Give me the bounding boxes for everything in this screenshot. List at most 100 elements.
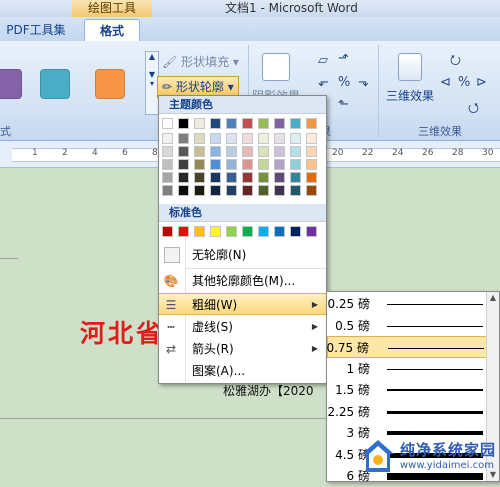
three-d-cube-icon[interactable] (398, 53, 422, 81)
theme-color-swatch[interactable] (162, 185, 173, 196)
theme-color-swatch[interactable] (274, 172, 285, 183)
theme-color-swatch[interactable] (242, 133, 253, 144)
theme-color-swatch[interactable] (242, 185, 253, 196)
dash-style-item[interactable]: ┅ 虚线(S) ▶ (159, 316, 326, 338)
theme-color-swatch[interactable] (226, 118, 237, 129)
tab-pdf-tools[interactable]: PDF工具集 (0, 19, 72, 41)
theme-color-swatch[interactable] (226, 146, 237, 157)
nudge-down-icon[interactable]: ⬑ (338, 97, 349, 112)
line-weight-option[interactable]: 0.75 磅 (326, 336, 492, 358)
shape-style-teal[interactable] (40, 69, 70, 99)
standard-color-swatch[interactable] (242, 226, 253, 237)
theme-color-swatch[interactable] (306, 172, 317, 183)
theme-color-swatch[interactable] (162, 133, 173, 144)
theme-color-swatch[interactable] (162, 159, 173, 170)
theme-color-swatch[interactable] (178, 146, 189, 157)
line-weight-option[interactable]: 1.5 磅 (327, 379, 492, 401)
theme-color-swatch[interactable] (306, 185, 317, 196)
nudge-right-icon[interactable]: ⬎ (358, 75, 369, 90)
standard-color-swatch[interactable] (210, 226, 221, 237)
theme-color-swatch[interactable] (178, 185, 189, 196)
theme-color-swatch[interactable] (210, 146, 221, 157)
theme-color-swatch[interactable] (210, 159, 221, 170)
shadow-effect-icon[interactable] (262, 53, 290, 81)
standard-color-swatch[interactable] (258, 226, 269, 237)
line-weight-option[interactable]: 0.5 磅 (327, 315, 492, 337)
theme-color-swatch[interactable] (274, 146, 285, 157)
three-d-effect-button[interactable]: 三维效果 (386, 87, 434, 104)
theme-color-swatch[interactable] (194, 146, 205, 157)
standard-color-swatch[interactable] (162, 226, 173, 237)
context-tab-drawing-tools[interactable]: 绘图工具 (72, 0, 152, 17)
theme-color-swatch[interactable] (194, 118, 205, 129)
theme-color-swatch[interactable] (226, 172, 237, 183)
nudge-shadow-up-icon[interactable]: ▱ (318, 53, 328, 68)
theme-color-swatch[interactable] (242, 172, 253, 183)
standard-color-swatch[interactable] (306, 226, 317, 237)
theme-color-swatch[interactable] (194, 133, 205, 144)
theme-color-swatch[interactable] (178, 133, 189, 144)
shape-style-purple[interactable] (0, 69, 22, 99)
standard-color-swatch[interactable] (290, 226, 301, 237)
theme-color-swatch[interactable] (290, 185, 301, 196)
theme-color-swatch[interactable] (210, 133, 221, 144)
theme-color-swatch[interactable] (210, 172, 221, 183)
theme-color-swatch[interactable] (178, 159, 189, 170)
scroll-up-icon[interactable]: ▲ (487, 292, 499, 304)
theme-color-swatch[interactable] (178, 172, 189, 183)
nudge-left-icon[interactable]: ⬐ (318, 75, 329, 90)
theme-color-swatch[interactable] (194, 172, 205, 183)
theme-color-swatch[interactable] (194, 185, 205, 196)
theme-color-swatch[interactable] (258, 118, 269, 129)
standard-color-swatch[interactable] (194, 226, 205, 237)
line-weight-option[interactable]: 2.25 磅 (327, 401, 492, 423)
theme-color-swatch[interactable] (242, 159, 253, 170)
theme-color-swatch[interactable] (242, 118, 253, 129)
theme-color-swatch[interactable] (242, 146, 253, 157)
line-weight-option[interactable]: 0.25 磅 (327, 293, 492, 315)
theme-color-swatch[interactable] (258, 185, 269, 196)
standard-color-swatch[interactable] (226, 226, 237, 237)
theme-color-swatch[interactable] (258, 146, 269, 157)
shape-style-orange[interactable] (95, 69, 125, 99)
theme-color-swatch[interactable] (306, 159, 317, 170)
theme-color-swatch[interactable] (290, 159, 301, 170)
tilt-up-icon[interactable]: ⭮ (450, 51, 461, 73)
theme-color-swatch[interactable] (162, 146, 173, 157)
tab-format[interactable]: 格式 (84, 19, 140, 42)
arrows-item[interactable]: ⇄ 箭头(R) ▶ (159, 338, 326, 360)
toggle-3d-icon[interactable]: % (458, 75, 470, 90)
theme-color-swatch[interactable] (290, 172, 301, 183)
theme-color-swatch[interactable] (258, 133, 269, 144)
standard-color-swatch[interactable] (178, 226, 189, 237)
theme-color-swatch[interactable] (306, 118, 317, 129)
theme-color-swatch[interactable] (258, 172, 269, 183)
theme-color-swatch[interactable] (162, 118, 173, 129)
theme-color-swatch[interactable] (290, 133, 301, 144)
theme-color-swatch[interactable] (210, 118, 221, 129)
tilt-left-icon[interactable]: ⊲ (440, 75, 451, 90)
pattern-item[interactable]: 图案(A)... (159, 360, 326, 382)
no-outline-item[interactable]: 无轮廓(N) (159, 244, 326, 266)
theme-color-swatch[interactable] (274, 159, 285, 170)
theme-color-swatch[interactable] (194, 159, 205, 170)
theme-color-swatch[interactable] (290, 118, 301, 129)
theme-color-swatch[interactable] (274, 118, 285, 129)
shape-fill-button[interactable]: 🖌 形状填充 ▾ (162, 53, 239, 70)
theme-color-swatch[interactable] (258, 159, 269, 170)
theme-color-swatch[interactable] (274, 185, 285, 196)
line-weight-item[interactable]: ☰ 粗细(W) ▶ (159, 293, 326, 315)
standard-color-swatch[interactable] (274, 226, 285, 237)
line-weight-option[interactable]: 1 磅 (327, 358, 492, 380)
nudge-up-icon[interactable]: ⬏ (338, 51, 349, 66)
theme-color-swatch[interactable] (306, 146, 317, 157)
theme-color-swatch[interactable] (178, 118, 189, 129)
theme-color-swatch[interactable] (162, 172, 173, 183)
theme-color-swatch[interactable] (226, 133, 237, 144)
theme-color-swatch[interactable] (306, 133, 317, 144)
more-outline-colors-item[interactable]: 🎨 其他轮廓颜色(M)... (159, 270, 326, 292)
theme-color-swatch[interactable] (226, 159, 237, 170)
tilt-down-icon[interactable]: ⭯ (468, 99, 479, 121)
theme-color-swatch[interactable] (226, 185, 237, 196)
theme-color-swatch[interactable] (274, 133, 285, 144)
